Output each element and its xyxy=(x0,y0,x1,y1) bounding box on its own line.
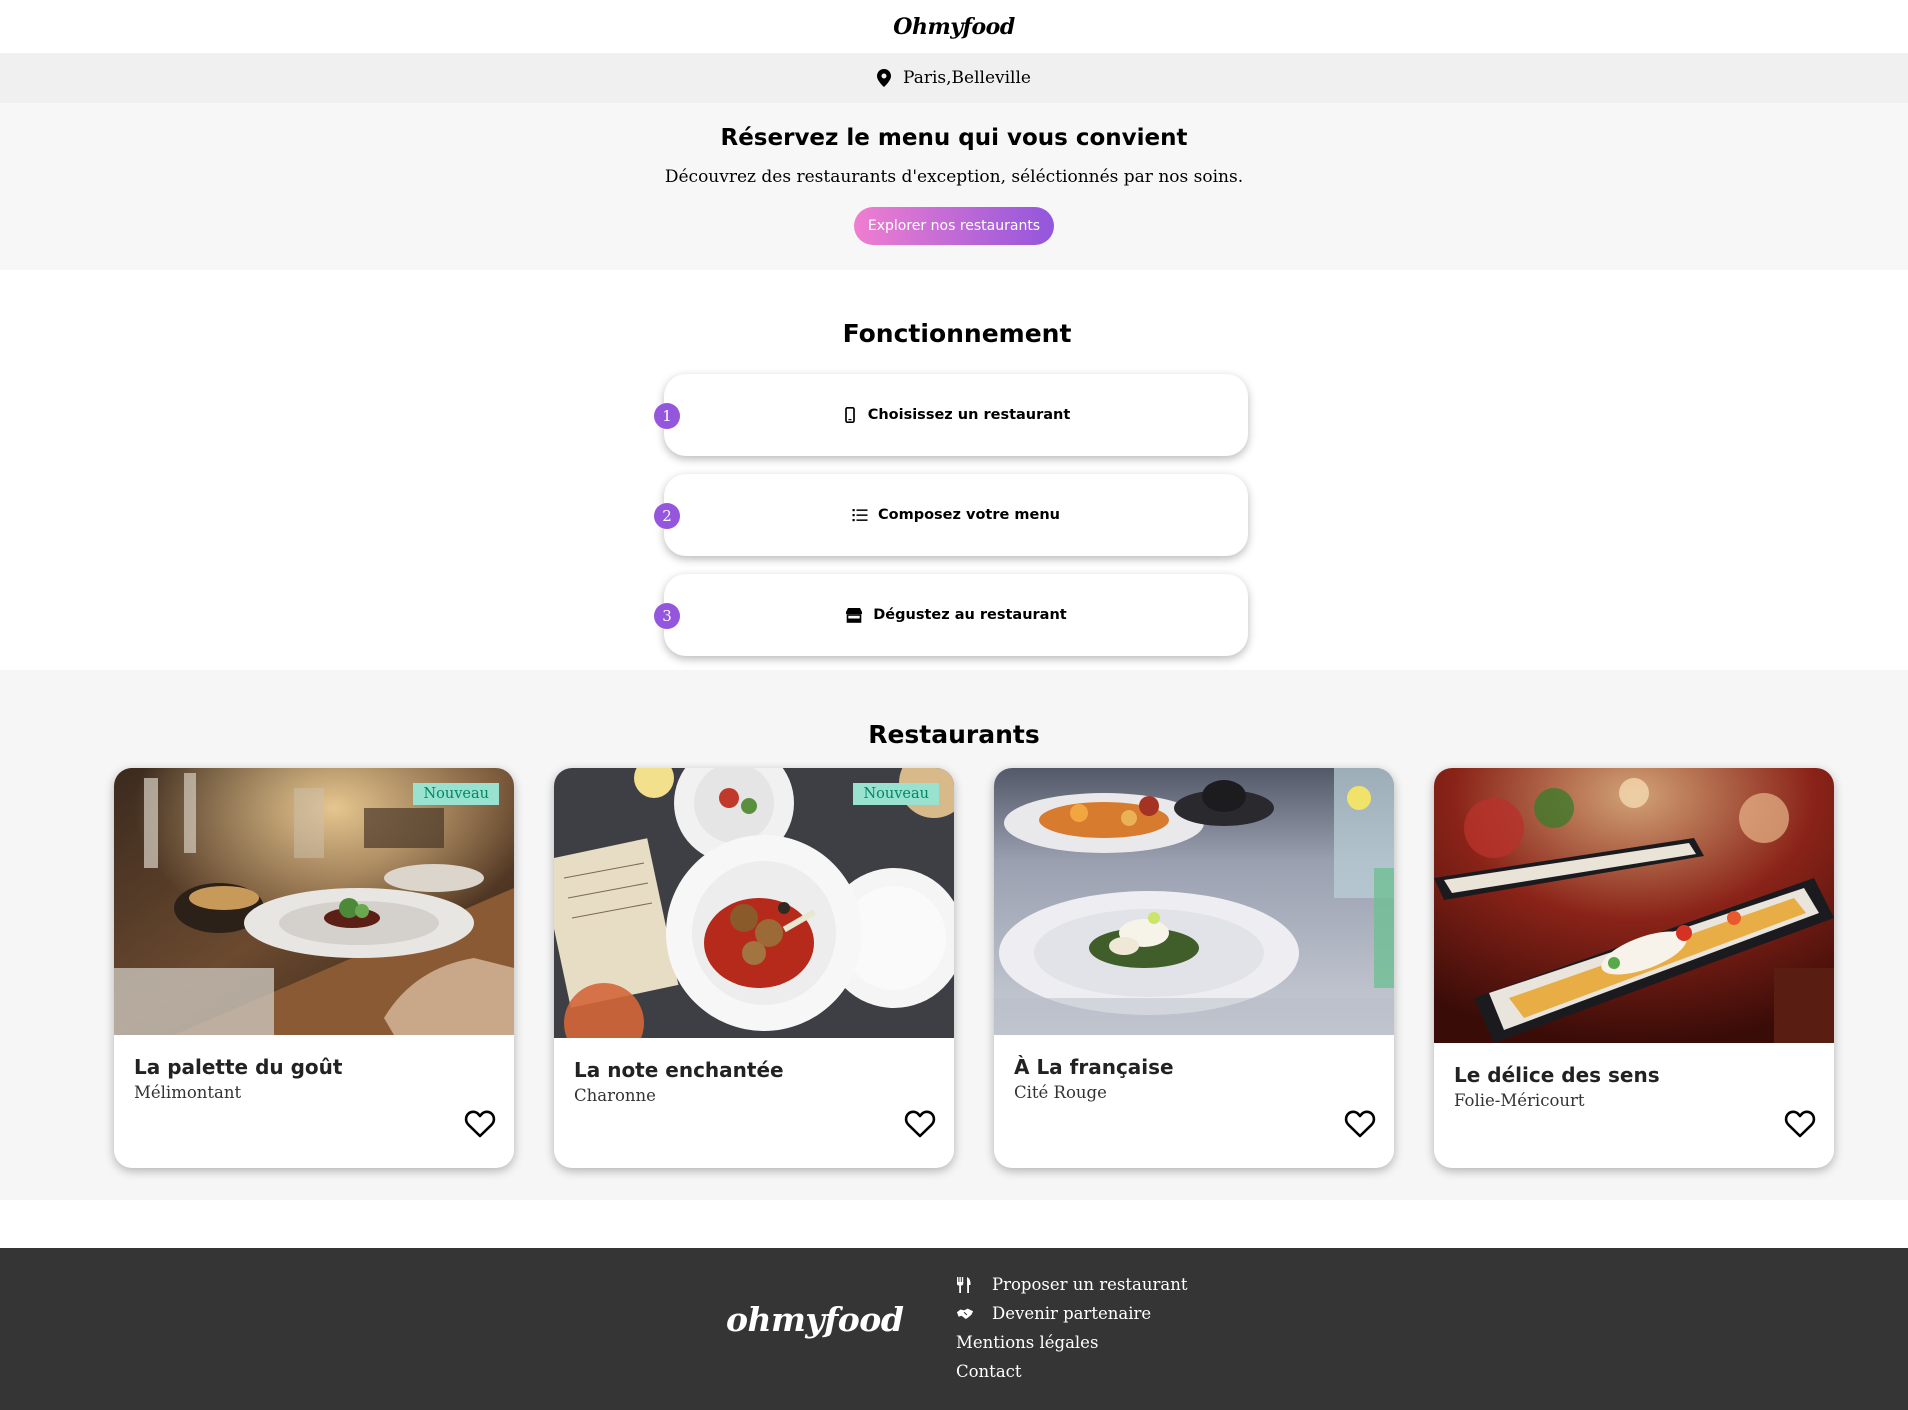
footer-link-label: Proposer un restaurant xyxy=(992,1275,1188,1294)
site-footer: ohmyfood Proposer un restaurant Devenir … xyxy=(0,1248,1908,1410)
restaurants-section: Restaurants Nouveau La palette du goût M… xyxy=(0,670,1908,1200)
step-number: 3 xyxy=(654,603,680,629)
footer-link-contact[interactable]: Contact xyxy=(956,1357,1187,1386)
step-card-compose[interactable]: Composez votre menu xyxy=(664,474,1248,556)
hero-section: Réservez le menu qui vous convient Décou… xyxy=(0,103,1908,270)
restaurant-area: Mélimontant xyxy=(134,1083,242,1102)
restaurant-card[interactable]: Nouveau La note enchantée Charonne xyxy=(554,768,954,1168)
footer-links: Proposer un restaurant Devenir partenair… xyxy=(956,1270,1187,1386)
restaurant-area: Cité Rouge xyxy=(1014,1083,1107,1102)
step-label: Composez votre menu xyxy=(878,507,1060,523)
restaurant-photo xyxy=(1434,768,1834,1043)
footer-link-label: Devenir partenaire xyxy=(992,1304,1152,1323)
step-label: Dégustez au restaurant xyxy=(873,607,1067,623)
restaurant-card[interactable]: Le délice des sens Folie-Méricourt xyxy=(1434,768,1834,1168)
card-body: La palette du goût Mélimontant xyxy=(114,1035,514,1122)
heart-icon[interactable] xyxy=(904,1109,936,1139)
footer-link-propose-restaurant[interactable]: Proposer un restaurant xyxy=(956,1270,1187,1299)
restaurant-photo xyxy=(994,768,1394,1035)
mobile-phone-icon xyxy=(844,407,855,423)
step-item: 3 Dégustez au restaurant xyxy=(652,574,1252,656)
restaurant-name: À La française xyxy=(1014,1055,1174,1079)
steps-list: 1 Choisissez un restaurant 2 Composez vo… xyxy=(652,374,1252,656)
restaurant-photo-delice xyxy=(1434,768,1834,1043)
hero-subtitle: Découvrez des restaurants d'exception, s… xyxy=(664,167,1244,187)
restaurant-name: La note enchantée xyxy=(574,1058,784,1082)
location-text: Paris,Belleville xyxy=(903,68,1031,88)
heart-icon[interactable] xyxy=(1784,1109,1816,1139)
logo[interactable]: Ohmyfood xyxy=(893,14,1015,40)
restaurant-photo-francaise xyxy=(994,768,1394,1035)
restaurant-photo-note xyxy=(554,768,954,1038)
location-bar: Paris,Belleville xyxy=(0,53,1908,103)
new-badge: Nouveau xyxy=(853,783,939,805)
step-item: 1 Choisissez un restaurant xyxy=(652,374,1252,456)
restaurant-area: Charonne xyxy=(574,1086,656,1105)
restaurant-photo xyxy=(114,768,514,1035)
heart-icon[interactable] xyxy=(1344,1109,1376,1139)
restaurant-name: La palette du goût xyxy=(134,1055,343,1079)
footer-link-label: Contact xyxy=(956,1362,1022,1381)
restaurant-name: Le délice des sens xyxy=(1454,1063,1660,1087)
heart-icon[interactable] xyxy=(464,1109,496,1139)
handshake-icon xyxy=(956,1308,974,1319)
card-body: À La française Cité Rouge xyxy=(994,1035,1394,1122)
site-header: Ohmyfood xyxy=(0,0,1908,53)
restaurant-card[interactable]: À La française Cité Rouge xyxy=(994,768,1394,1168)
step-number: 1 xyxy=(654,403,680,429)
list-icon xyxy=(852,509,868,522)
step-card-enjoy[interactable]: Dégustez au restaurant xyxy=(664,574,1248,656)
footer-link-legal[interactable]: Mentions légales xyxy=(956,1328,1187,1357)
card-body: Le délice des sens Folie-Méricourt xyxy=(1434,1043,1834,1130)
step-label: Choisissez un restaurant xyxy=(867,407,1071,423)
map-pin-icon xyxy=(877,69,892,87)
section-title-restaurants: Restaurants xyxy=(868,720,1040,749)
restaurant-photo xyxy=(554,768,954,1038)
new-badge: Nouveau xyxy=(413,783,499,805)
explore-restaurants-button[interactable]: Explorer nos restaurants xyxy=(854,207,1054,245)
how-it-works-section: Fonctionnement 1 Choisissez un restauran… xyxy=(0,270,1908,670)
footer-logo[interactable]: ohmyfood xyxy=(726,1300,904,1339)
store-icon xyxy=(846,608,863,623)
restaurant-cards: Nouveau La palette du goût Mélimontant N… xyxy=(0,768,1908,1168)
step-item: 2 Composez votre menu xyxy=(652,474,1252,556)
footer-link-label: Mentions légales xyxy=(956,1333,1099,1352)
restaurant-photo-palette xyxy=(114,768,514,1035)
utensils-icon xyxy=(957,1276,971,1293)
restaurant-area: Folie-Méricourt xyxy=(1454,1091,1585,1110)
card-body: La note enchantée Charonne xyxy=(554,1038,954,1125)
step-number: 2 xyxy=(654,503,680,529)
step-card-choose[interactable]: Choisissez un restaurant xyxy=(664,374,1248,456)
section-title-fonctionnement: Fonctionnement xyxy=(842,319,1072,348)
restaurant-card[interactable]: Nouveau La palette du goût Mélimontant xyxy=(114,768,514,1168)
footer-link-become-partner[interactable]: Devenir partenaire xyxy=(956,1299,1187,1328)
hero-title: Réservez le menu qui vous convient xyxy=(720,125,1188,151)
